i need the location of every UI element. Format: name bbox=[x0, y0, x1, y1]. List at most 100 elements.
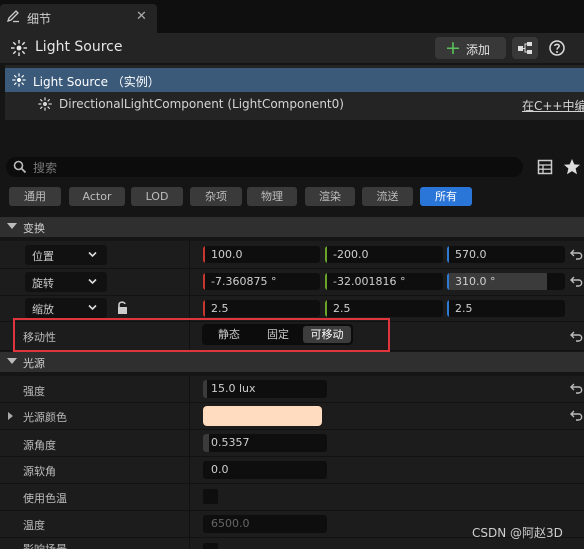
column-divider bbox=[189, 538, 190, 549]
column-divider bbox=[189, 376, 190, 402]
column-divider bbox=[189, 457, 190, 483]
filter-general[interactable]: 通用 bbox=[9, 187, 61, 206]
use-temperature-checkbox[interactable] bbox=[203, 489, 218, 504]
x-axis-marker bbox=[203, 273, 205, 290]
expand-arrow-icon[interactable] bbox=[8, 412, 13, 420]
tree-child-label: DirectionalLightComponent (LightComponen… bbox=[59, 97, 344, 111]
watermark: CSDN @阿赵3D bbox=[472, 526, 563, 540]
add-component-button[interactable]: + 添加 bbox=[435, 37, 506, 59]
search-icon bbox=[13, 160, 27, 174]
scale-z-field[interactable]: 2.5 bbox=[447, 300, 565, 317]
cast-shadows-label: 影响场景 bbox=[23, 541, 67, 549]
star-icon[interactable] bbox=[562, 157, 582, 177]
column-divider bbox=[189, 269, 190, 295]
property-row-source-soft-angle: 源软角 0.0 bbox=[0, 457, 584, 484]
search-input[interactable] bbox=[31, 158, 515, 177]
add-label: 添加 bbox=[466, 43, 491, 57]
cast-shadows-checkbox[interactable] bbox=[203, 543, 218, 549]
light-icon bbox=[12, 73, 26, 87]
section-transform[interactable]: 变换 bbox=[0, 217, 584, 237]
z-axis-marker bbox=[447, 246, 449, 263]
use-temperature-label: 使用色温 bbox=[23, 492, 67, 505]
lock-icon[interactable] bbox=[116, 300, 129, 315]
rotation-y-field[interactable]: -32.001816 ° bbox=[325, 273, 443, 290]
property-row-use-temperature: 使用色温 bbox=[0, 484, 584, 511]
source-soft-angle-field[interactable]: 0.0 bbox=[203, 461, 327, 479]
y-axis-marker bbox=[325, 300, 327, 317]
edit-in-cpp-link[interactable]: 在C++中编 bbox=[522, 97, 584, 114]
reset-to-default-icon[interactable] bbox=[570, 383, 584, 395]
reset-to-default-icon[interactable] bbox=[570, 331, 584, 343]
tab-details[interactable]: 细节 ✕ bbox=[0, 4, 157, 33]
scale-x-field[interactable]: 2.5 bbox=[203, 300, 320, 317]
source-angle-fill bbox=[203, 434, 210, 452]
light-color-swatch[interactable] bbox=[203, 406, 322, 426]
temperature-value: 6500.0 bbox=[211, 517, 250, 530]
scale-mode-dropdown[interactable]: 缩放 bbox=[25, 298, 107, 318]
filter-streaming[interactable]: 流送 bbox=[362, 187, 413, 206]
help-icon[interactable] bbox=[548, 39, 566, 57]
section-title: 光源 bbox=[23, 357, 45, 370]
location-label: 位置 bbox=[32, 250, 54, 263]
scale-x-value: 2.5 bbox=[211, 302, 229, 315]
reset-to-default-icon[interactable] bbox=[570, 249, 584, 261]
property-row-location: 位置 100.0 -200.0 570.0 bbox=[0, 241, 584, 269]
temperature-field: 6500.0 bbox=[203, 515, 327, 533]
collapse-arrow-icon bbox=[7, 223, 17, 229]
filter-physics[interactable]: 物理 bbox=[247, 187, 297, 206]
filter-actor[interactable]: Actor bbox=[69, 187, 125, 206]
blueprint-button[interactable] bbox=[512, 37, 538, 59]
intensity-fill bbox=[203, 380, 207, 398]
x-axis-marker bbox=[203, 300, 205, 317]
intensity-field[interactable]: 15.0 lux bbox=[203, 380, 327, 398]
table-view-icon[interactable] bbox=[537, 159, 553, 175]
intensity-label: 强度 bbox=[23, 385, 45, 398]
directional-light-icon bbox=[38, 97, 52, 111]
source-soft-angle-value: 0.0 bbox=[211, 463, 229, 476]
details-header: Light Source + 添加 bbox=[0, 33, 584, 63]
rotation-x-field[interactable]: -7.360875 ° bbox=[203, 273, 320, 290]
location-y-value: -200.0 bbox=[333, 248, 369, 261]
location-mode-dropdown[interactable]: 位置 bbox=[25, 245, 107, 265]
chevron-down-icon bbox=[88, 251, 97, 258]
rotation-z-field[interactable]: 310.0 ° bbox=[447, 273, 565, 290]
location-x-field[interactable]: 100.0 bbox=[203, 246, 320, 263]
chevron-down-icon bbox=[88, 278, 97, 285]
rotation-mode-dropdown[interactable]: 旋转 bbox=[25, 272, 107, 292]
reset-to-default-icon[interactable] bbox=[570, 410, 584, 422]
filter-all[interactable]: 所有 bbox=[420, 187, 472, 206]
location-y-field[interactable]: -200.0 bbox=[325, 246, 443, 263]
scale-z-value: 2.5 bbox=[455, 302, 473, 315]
rotation-x-value: -7.360875 ° bbox=[211, 275, 277, 288]
section-light[interactable]: 光源 bbox=[0, 352, 584, 372]
light-icon bbox=[11, 40, 27, 56]
scale-y-field[interactable]: 2.5 bbox=[325, 300, 443, 317]
tree-item-root[interactable]: Light Source （实例） bbox=[5, 68, 584, 92]
close-icon[interactable]: ✕ bbox=[136, 9, 147, 24]
filter-lod[interactable]: LOD bbox=[131, 187, 183, 206]
scale-label: 缩放 bbox=[32, 303, 54, 316]
reset-to-default-icon[interactable] bbox=[570, 276, 584, 288]
light-color-label: 光源颜色 bbox=[23, 411, 67, 424]
source-angle-value: 0.5357 bbox=[211, 436, 250, 449]
hierarchy-icon bbox=[518, 42, 532, 54]
plus-icon: + bbox=[445, 37, 461, 59]
source-angle-field[interactable]: 0.5357 bbox=[203, 434, 327, 452]
rotation-label: 旋转 bbox=[32, 277, 54, 290]
source-angle-label: 源角度 bbox=[23, 439, 56, 452]
y-axis-marker bbox=[325, 246, 327, 263]
z-axis-marker bbox=[447, 300, 449, 317]
search-box bbox=[6, 157, 523, 177]
location-z-field[interactable]: 570.0 bbox=[447, 246, 565, 263]
tree-item-directional-light[interactable]: DirectionalLightComponent (LightComponen… bbox=[5, 93, 584, 115]
filter-misc[interactable]: 杂项 bbox=[190, 187, 242, 206]
rotation-y-value: -32.001816 ° bbox=[333, 275, 406, 288]
x-axis-marker bbox=[203, 246, 205, 263]
highlight-box bbox=[13, 318, 390, 352]
property-row-intensity: 强度 15.0 lux bbox=[0, 376, 584, 403]
z-axis-marker bbox=[447, 273, 449, 290]
tab-bar: 细节 ✕ bbox=[0, 0, 584, 33]
location-z-value: 570.0 bbox=[455, 248, 487, 261]
column-divider bbox=[189, 241, 190, 268]
filter-rendering[interactable]: 渲染 bbox=[305, 187, 355, 206]
